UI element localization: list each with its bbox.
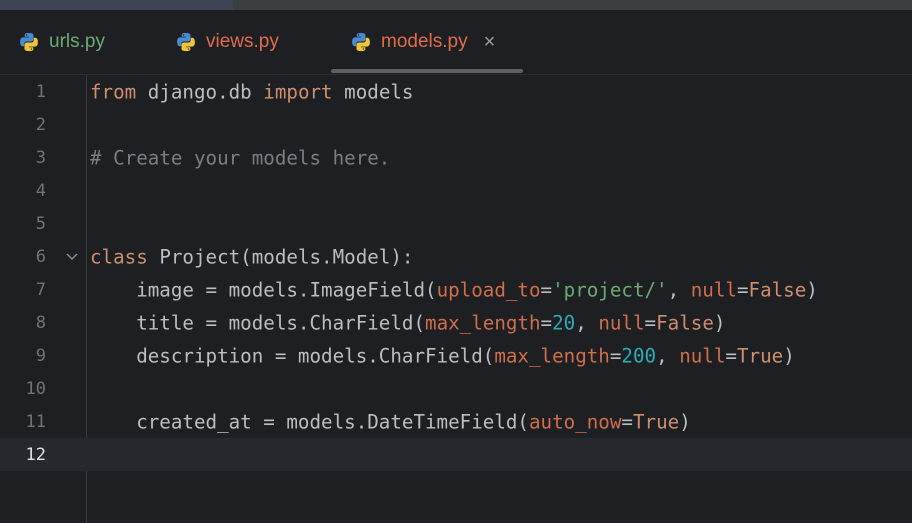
code-token: # Create your models here.	[90, 146, 391, 169]
code-token: =	[621, 410, 633, 433]
active-tab-indicator	[331, 69, 523, 73]
code-token: 200	[621, 344, 657, 367]
code-token: max_length	[494, 344, 610, 367]
editor-tab-bar: urls.py views.py models.py ×	[0, 10, 912, 75]
code-text: description = models.CharField(max_lengt…	[90, 344, 795, 367]
code-text: # Create your models here.	[90, 146, 390, 169]
code-token: import	[263, 80, 333, 103]
code-line[interactable]: 5	[0, 207, 912, 240]
line-number: 4	[35, 180, 46, 201]
code-token: max_length	[425, 311, 541, 334]
code-line[interactable]: 1 from django.db import models	[0, 75, 912, 108]
tab-views-py[interactable]: views.py	[175, 10, 279, 74]
code-editor[interactable]: 1 from django.db import models 2 3 # Create …	[0, 75, 912, 523]
tab-label: models.py	[381, 31, 468, 52]
tab-models-py[interactable]: models.py ×	[350, 10, 495, 74]
code-line[interactable]: 9 description = models.CharField(max_len…	[0, 339, 912, 372]
code-token: Project(models.Model):	[147, 245, 414, 268]
code-token: upload_to	[436, 278, 541, 301]
code-token: =	[644, 311, 657, 334]
code-token: from	[90, 80, 137, 103]
code-token: null	[679, 344, 726, 367]
code-text: image = models.ImageField(upload_to='pro…	[90, 278, 818, 301]
top-strip-accent	[0, 0, 233, 10]
code-token: auto_now	[528, 410, 622, 433]
line-number: 11	[25, 411, 46, 432]
code-line[interactable]: 2	[0, 108, 912, 141]
code-token: )	[713, 311, 726, 334]
code-token: =	[540, 278, 553, 301]
code-token: ,	[656, 344, 680, 367]
code-token: ,	[575, 311, 599, 334]
tab-label: urls.py	[49, 31, 105, 52]
tab-urls-py[interactable]: urls.py	[18, 10, 105, 74]
code-text: title = models.CharField(max_length=20, …	[90, 311, 725, 334]
code-token: image = models.ImageField(	[90, 278, 437, 301]
code-token: True	[736, 344, 784, 367]
code-token: ,	[667, 278, 691, 301]
code-line[interactable]: 4	[0, 174, 912, 207]
line-number: 9	[35, 345, 46, 366]
line-number: 10	[25, 378, 46, 399]
code-token: title = models.CharField(	[90, 311, 426, 334]
code-token: 'project/'	[552, 278, 668, 301]
code-token: created_at = models.DateTimeField(	[90, 410, 529, 433]
code-token: )	[783, 344, 795, 367]
fold-chevron-icon[interactable]	[66, 249, 78, 264]
code-token: True	[632, 410, 680, 433]
code-line[interactable]: 11 created_at = models.DateTimeField(aut…	[0, 405, 912, 438]
code-token: django.db	[136, 80, 264, 103]
code-token: =	[736, 278, 749, 301]
code-token: null	[598, 311, 645, 334]
code-token: )	[806, 278, 818, 301]
window-top-strip	[0, 0, 912, 10]
close-icon[interactable]: ×	[484, 32, 496, 52]
code-line[interactable]: 3 # Create your models here.	[0, 141, 912, 174]
line-number: 6	[35, 246, 46, 267]
line-number: 5	[35, 213, 46, 234]
python-file-icon	[352, 32, 370, 52]
line-number: 7	[35, 279, 46, 300]
code-line[interactable]: 6 class Project(models.Model):	[0, 240, 912, 273]
code-token: null	[690, 278, 737, 301]
line-number: 8	[35, 312, 46, 333]
code-line[interactable]: 8 title = models.CharField(max_length=20…	[0, 306, 912, 339]
code-token: False	[656, 311, 714, 334]
line-number: 1	[35, 81, 46, 102]
code-token: =	[725, 344, 737, 367]
code-token: description = models.CharField(	[90, 344, 495, 367]
tab-label: views.py	[206, 31, 279, 52]
code-text: class Project(models.Model):	[90, 245, 413, 268]
line-number: 3	[35, 147, 46, 168]
python-file-icon	[20, 32, 38, 52]
code-line[interactable]: 10	[0, 372, 912, 405]
code-text: created_at = models.DateTimeField(auto_n…	[90, 410, 691, 433]
code-line[interactable]: 7 image = models.ImageField(upload_to='p…	[0, 273, 912, 306]
code-token: class	[90, 245, 148, 268]
code-token: =	[540, 311, 553, 334]
code-text: from django.db import models	[90, 80, 413, 103]
code-token: models	[332, 80, 414, 103]
code-token: =	[609, 344, 622, 367]
python-file-icon	[177, 32, 195, 52]
line-number: 2	[35, 114, 46, 135]
code-token: 20	[552, 311, 576, 334]
line-number: 12	[25, 444, 46, 465]
code-token: False	[748, 278, 807, 301]
code-line[interactable]: 12	[0, 438, 912, 471]
code-token: )	[679, 410, 691, 433]
